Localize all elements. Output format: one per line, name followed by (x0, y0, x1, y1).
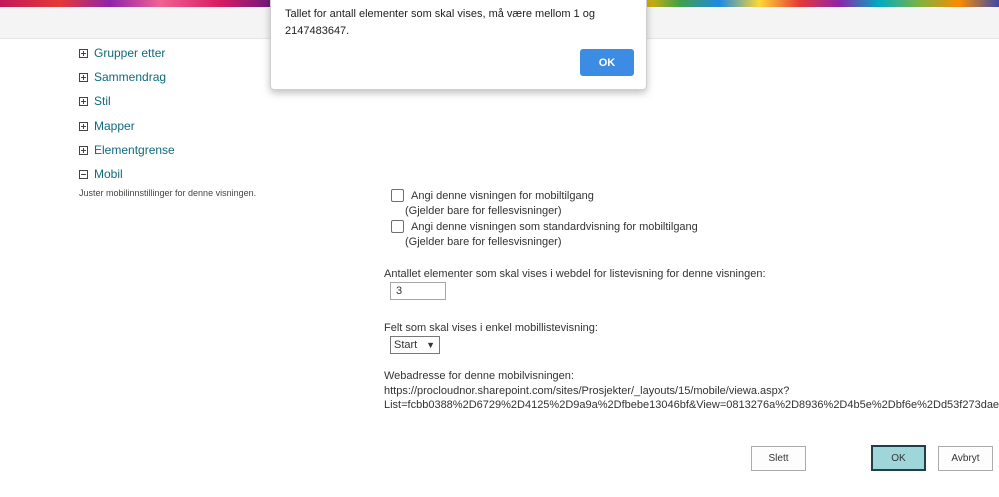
collapse-minus-icon (79, 169, 88, 179)
alert-ok-button[interactable]: OK (580, 49, 634, 76)
option-default-mobile[interactable]: Angi denne visningen som standardvisning… (391, 220, 698, 233)
section-elementgrense[interactable]: Elementgrense (79, 141, 175, 159)
section-stil[interactable]: Stil (79, 92, 111, 110)
section-grupper-etter[interactable]: Grupper etter (79, 44, 165, 62)
section-label: Grupper etter (94, 46, 166, 60)
section-label: Mapper (94, 119, 135, 133)
section-mobil[interactable]: Mobil (79, 165, 123, 183)
mobile-url-line2: List=fcbb0388%2D6729%2D4125%2D9a9a%2Dfbe… (384, 399, 999, 411)
section-description: Juster mobilinnstillinger for denne visn… (79, 188, 257, 198)
expand-plus-icon (79, 72, 88, 82)
mobile-field-selected: Start (394, 339, 418, 351)
alert-message: Tallet for antall elementer som skal vis… (285, 8, 595, 37)
cancel-button[interactable]: Avbryt (938, 446, 993, 471)
mobile-url-line1: https://procloudnor.sharepoint.com/sites… (384, 385, 790, 397)
ok-button[interactable]: OK (871, 445, 926, 471)
default-mobile-note: (Gjelder bare for fellesvisninger) (405, 236, 562, 248)
default-mobile-label: Angi denne visningen som standardvisning… (411, 220, 698, 233)
expand-plus-icon (79, 48, 88, 58)
section-label: Mobil (94, 167, 123, 181)
option-mobile-access[interactable]: Angi denne visningen for mobiltilgang (391, 189, 594, 202)
mobile-access-checkbox[interactable] (391, 189, 404, 202)
item-count-label: Antallet elementer som skal vises i webd… (384, 268, 766, 280)
mobile-field-label: Felt som skal vises i enkel mobillistevi… (384, 322, 598, 334)
section-sammendrag[interactable]: Sammendrag (79, 68, 166, 86)
delete-button[interactable]: Slett (751, 446, 806, 471)
mobile-access-note: (Gjelder bare for fellesvisninger) (405, 205, 562, 217)
mobile-access-label: Angi denne visningen for mobiltilgang (411, 189, 594, 202)
expand-plus-icon (79, 96, 88, 106)
expand-plus-icon (79, 145, 88, 155)
section-label: Stil (94, 94, 111, 108)
chevron-down-icon: ▼ (426, 340, 435, 350)
expand-plus-icon (79, 121, 88, 131)
section-mapper[interactable]: Mapper (79, 117, 135, 135)
mobile-url-label: Webadresse for denne mobilvisningen: (384, 370, 574, 382)
default-mobile-checkbox[interactable] (391, 220, 404, 233)
alert-dialog: Tallet for antall elementer som skal vis… (270, 0, 647, 90)
item-count-input[interactable]: 3 (390, 282, 446, 300)
section-label: Elementgrense (94, 143, 175, 157)
mobile-field-select[interactable]: Start ▼ (390, 336, 440, 354)
section-label: Sammendrag (94, 70, 167, 84)
